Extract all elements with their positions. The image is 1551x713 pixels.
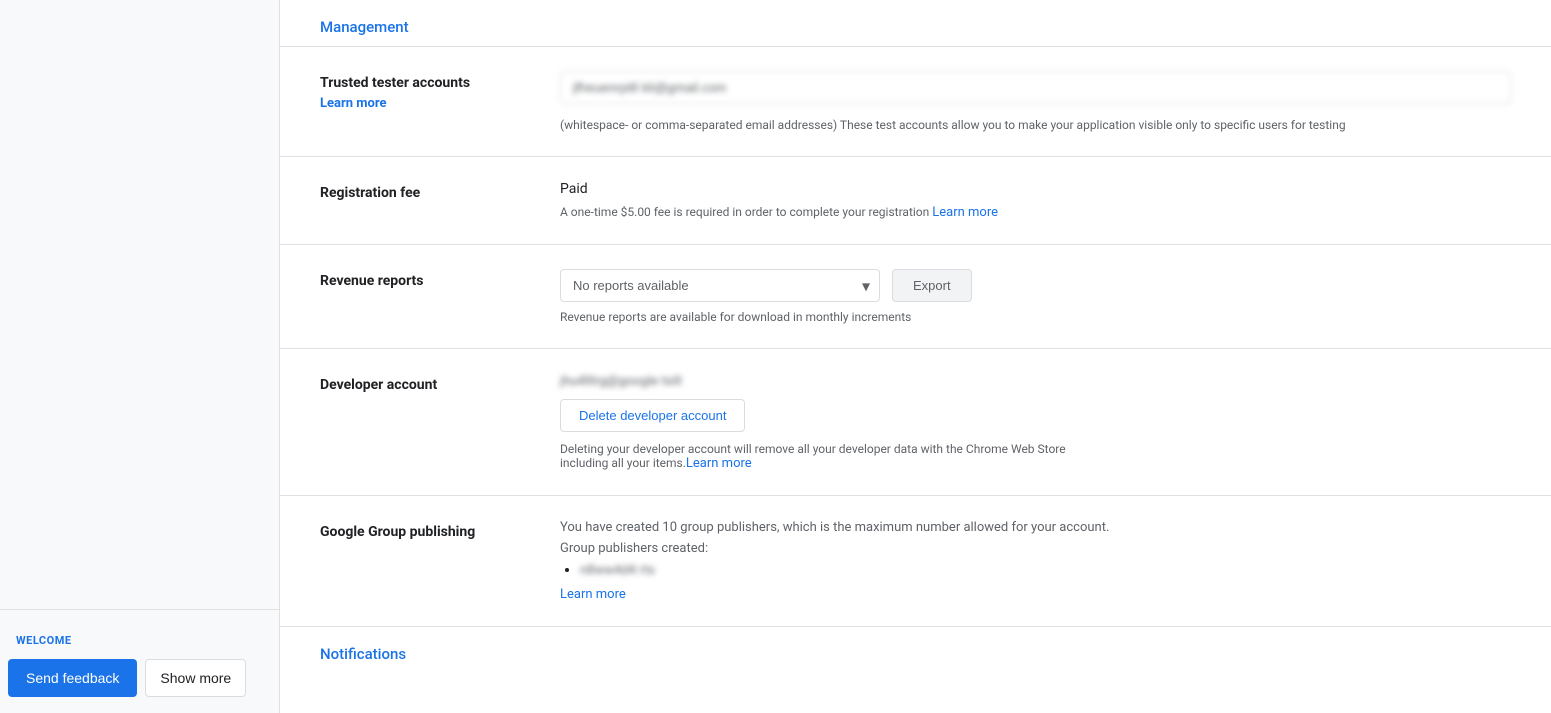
group-publishing-learn-more[interactable]: Learn more <box>560 587 626 602</box>
management-section-header: Management <box>280 0 1551 46</box>
sidebar: WELCOME Send feedback Show more <box>0 0 280 713</box>
developer-account-email: jhu4lltrg@google tsill <box>560 374 682 389</box>
registration-learn-more[interactable]: Learn more <box>932 205 998 220</box>
registration-info-text: A one-time $5.00 fee is required in orde… <box>560 205 932 219</box>
revenue-select-wrapper: No reports available ▾ <box>560 269 880 302</box>
export-button[interactable]: Export <box>892 269 972 302</box>
developer-account-content: jhu4lltrg@google tsill Delete developer … <box>560 373 1511 471</box>
google-group-publishing-row: Google Group publishing You have created… <box>280 496 1551 627</box>
list-item: n8ww4d4 rts <box>580 562 1511 578</box>
trusted-tester-helper: (whitespace- or comma-separated email ad… <box>560 118 1511 132</box>
delete-developer-account-button[interactable]: Delete developer account <box>560 399 745 432</box>
welcome-label: WELCOME <box>0 626 279 651</box>
revenue-reports-content: No reports available ▾ Export Revenue re… <box>560 269 1511 324</box>
google-group-publishing-label: Google Group publishing <box>320 520 560 540</box>
registration-fee-label: Registration fee <box>320 181 560 201</box>
google-group-publishing-content: You have created 10 group publishers, wh… <box>560 520 1511 602</box>
show-more-button[interactable]: Show more <box>145 659 246 697</box>
group-publishing-created: Group publishers created: <box>560 541 1511 556</box>
notifications-title-link[interactable]: Notifications <box>280 627 1551 673</box>
registration-fee-content: Paid A one-time $5.00 fee is required in… <box>560 181 1511 220</box>
trusted-tester-content: (whitespace- or comma-separated email ad… <box>560 71 1511 132</box>
developer-account-row: Developer account jhu4lltrg@google tsill… <box>280 349 1551 496</box>
revenue-reports-select[interactable]: No reports available <box>560 269 880 302</box>
registration-fee-row: Registration fee Paid A one-time $5.00 f… <box>280 157 1551 245</box>
trusted-tester-row: Trusted tester accounts Learn more (whit… <box>280 47 1551 157</box>
revenue-helper: Revenue reports are available for downlo… <box>560 310 1511 324</box>
trusted-tester-input[interactable] <box>560 71 1511 104</box>
main-content: Management Trusted tester accounts Learn… <box>280 0 1551 713</box>
developer-account-label: Developer account <box>320 373 560 393</box>
trusted-tester-learn-more[interactable]: Learn more <box>320 96 387 111</box>
developer-account-learn-more[interactable]: Learn more <box>686 456 752 471</box>
group-publisher-name: n8ww4d4 rts <box>580 563 655 578</box>
delete-warning-prefix: Deleting your developer account will rem… <box>560 442 1066 470</box>
registration-status: Paid <box>560 181 1511 197</box>
delete-warning-text: Deleting your developer account will rem… <box>560 442 1080 471</box>
sidebar-actions: Send feedback Show more <box>0 651 279 713</box>
group-publisher-list: n8ww4d4 rts <box>560 562 1511 578</box>
registration-info: A one-time $5.00 fee is required in orde… <box>560 205 1511 220</box>
revenue-reports-row: Revenue reports No reports available ▾ E… <box>280 245 1551 349</box>
revenue-select-row: No reports available ▾ Export <box>560 269 1511 302</box>
management-title-link[interactable]: Management <box>320 18 409 36</box>
trusted-tester-label-container: Trusted tester accounts Learn more <box>320 71 560 111</box>
revenue-reports-label: Revenue reports <box>320 269 560 289</box>
sidebar-bottom: WELCOME Send feedback Show more <box>0 609 279 713</box>
trusted-tester-label: Trusted tester accounts <box>320 75 560 91</box>
send-feedback-button[interactable]: Send feedback <box>8 659 137 697</box>
group-publishing-info: You have created 10 group publishers, wh… <box>560 520 1511 535</box>
